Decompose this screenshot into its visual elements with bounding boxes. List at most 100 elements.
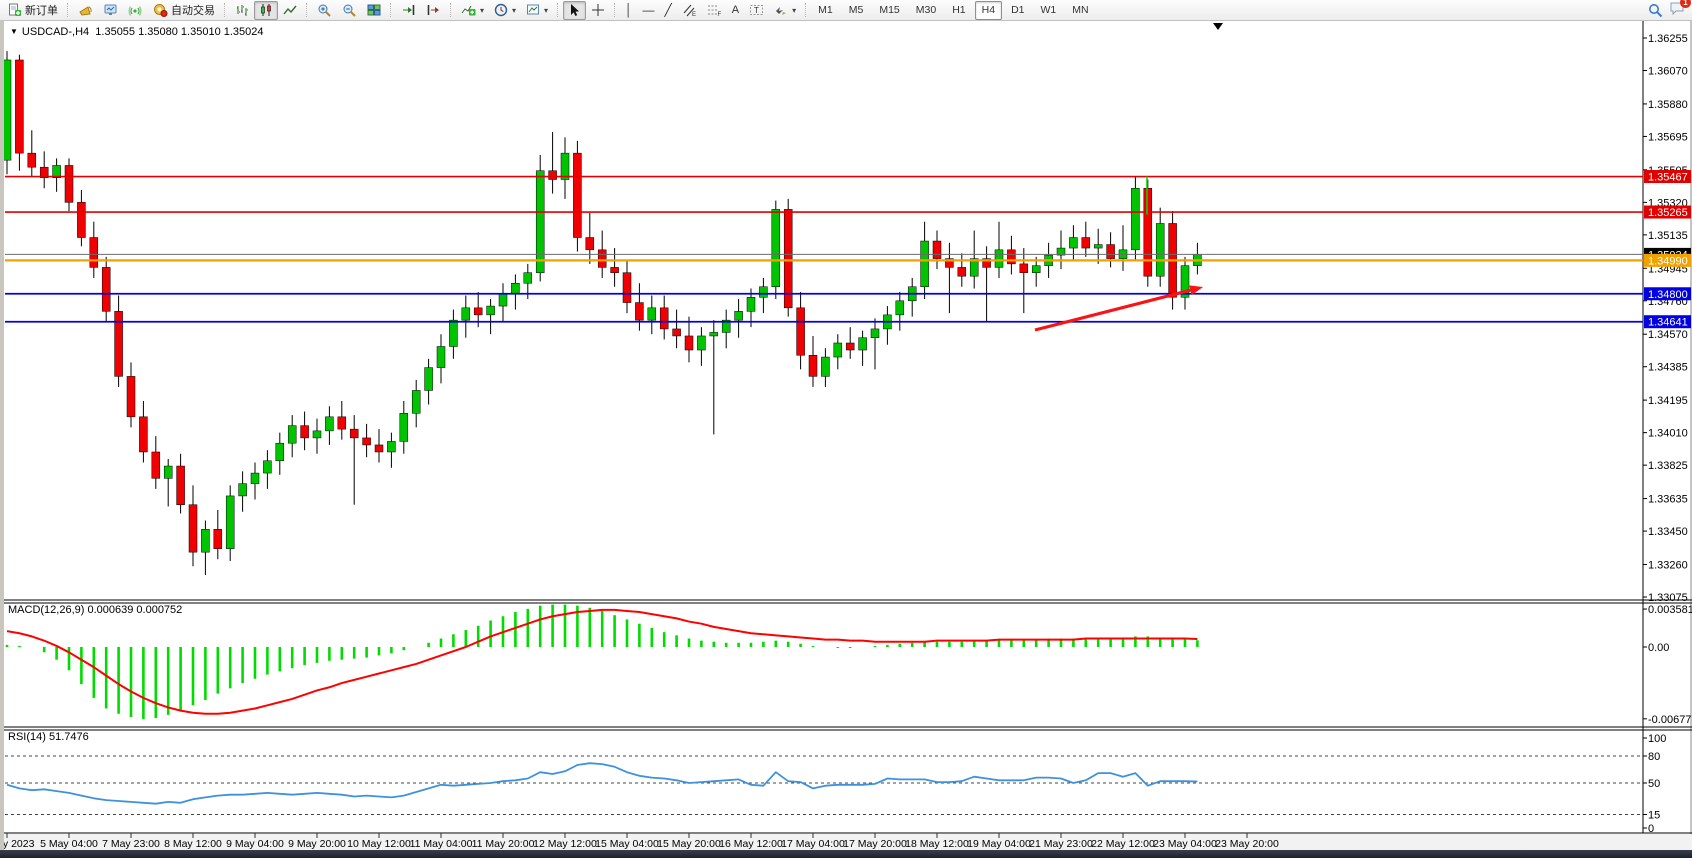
zoom-out-button[interactable] <box>337 1 362 20</box>
candle-body <box>586 238 594 250</box>
candle-body <box>251 473 259 484</box>
candle-body <box>474 308 482 315</box>
trendline-icon: ╱ <box>665 4 672 16</box>
cursor-button[interactable] <box>563 1 586 20</box>
trendline-tool[interactable]: ╱ <box>660 1 677 20</box>
candle-body <box>1094 245 1102 249</box>
text-tool[interactable]: A <box>727 1 744 20</box>
timeframe-M30[interactable]: M30 <box>909 1 943 20</box>
zoom-in-button[interactable] <box>312 1 337 20</box>
svg-text:E: E <box>692 12 696 17</box>
candle-body <box>363 438 371 445</box>
line-chart-button[interactable] <box>278 1 302 20</box>
periods-clock-icon <box>494 3 508 17</box>
divider <box>805 3 807 17</box>
candle-body <box>77 202 85 237</box>
dropdown-caret: ▾ <box>544 6 548 15</box>
timeframe-D1[interactable]: D1 <box>1004 1 1031 20</box>
new-order-label: 新订单 <box>25 2 58 18</box>
candle-body <box>487 306 495 315</box>
timeframe-H4[interactable]: H4 <box>975 1 1002 20</box>
megaphone-button[interactable] <box>73 1 98 20</box>
price-tick-label: 1.34385 <box>1648 362 1688 374</box>
timeframe-M15[interactable]: M15 <box>872 1 906 20</box>
candle-body <box>921 241 929 287</box>
vertical-line-tool[interactable]: │ <box>620 1 638 20</box>
templates-button[interactable]: ▾ <box>521 1 553 20</box>
auto-scroll-button[interactable] <box>396 1 421 20</box>
bar-chart-icon <box>235 3 249 17</box>
candle-body <box>139 417 147 452</box>
periods-button[interactable]: ▾ <box>489 1 521 20</box>
candle-body <box>933 241 941 259</box>
candlestick-chart-button[interactable] <box>254 1 278 20</box>
candle-body <box>387 441 395 452</box>
candle-body <box>1107 245 1115 259</box>
chart-shift-button[interactable] <box>421 1 446 20</box>
timeframe-MN[interactable]: MN <box>1065 1 1095 20</box>
divider <box>614 3 616 17</box>
chart-shift-marker[interactable] <box>1213 23 1223 30</box>
timeframe-W1[interactable]: W1 <box>1034 1 1064 20</box>
tile-windows-icon <box>367 3 381 17</box>
templates-icon <box>526 3 540 17</box>
candle-body <box>635 303 643 321</box>
fibonacci-tool[interactable]: F <box>702 1 727 20</box>
search-icon[interactable] <box>1648 3 1663 18</box>
macd-axis-label: 0.003581 <box>1648 604 1692 616</box>
time-tick-label: 4 May 2023 <box>0 838 35 850</box>
terminal-button[interactable] <box>98 1 123 20</box>
new-order-button[interactable]: 新订单 <box>3 1 63 20</box>
equidistant-channel-tool[interactable]: E <box>677 1 702 20</box>
candle-body <box>1156 223 1164 276</box>
candle-body <box>28 153 36 167</box>
time-tick-label: 15 May 04:00 <box>595 838 659 850</box>
dropdown-caret: ▾ <box>792 6 796 15</box>
svg-text:1.35265: 1.35265 <box>1648 207 1688 219</box>
horizontal-line-tool[interactable]: — <box>638 1 660 20</box>
candle-body <box>412 390 420 413</box>
add-indicator-button[interactable]: ▾ <box>456 1 489 20</box>
notification-badge: 1 <box>1680 0 1691 8</box>
timeframe-M5[interactable]: M5 <box>842 1 871 20</box>
signals-button[interactable] <box>123 1 148 20</box>
candle-body <box>524 273 532 284</box>
rsi-axis-label: 0 <box>1648 823 1654 835</box>
price-tick-label: 1.33825 <box>1648 460 1688 472</box>
chart-canvas[interactable]: 1.362551.360701.358801.356951.355051.353… <box>0 20 1692 850</box>
trend-arrow[interactable] <box>1035 289 1195 330</box>
timeframe-M1[interactable]: M1 <box>811 1 840 20</box>
time-tick-label: 15 May 20:00 <box>657 838 721 850</box>
candle-body <box>859 338 867 350</box>
candle-body <box>673 329 681 336</box>
candle-body <box>660 308 668 329</box>
candle-body <box>648 308 656 320</box>
bar-chart-button[interactable] <box>230 1 254 20</box>
timeframe-H1[interactable]: H1 <box>945 1 972 20</box>
candle-body <box>710 332 718 336</box>
candle-body <box>425 368 433 391</box>
toolbar-right-group: 1 <box>1648 1 1689 19</box>
candle-body <box>611 267 619 272</box>
arrows-tool[interactable]: ▾ <box>769 1 801 20</box>
candle-body <box>549 171 557 180</box>
chat-button[interactable]: 1 <box>1669 1 1685 19</box>
time-axis[interactable]: 4 May 20235 May 04:007 May 23:008 May 12… <box>0 833 1692 850</box>
price-tick-label: 1.33635 <box>1648 494 1688 506</box>
window-menu-icon[interactable]: ▼ <box>10 27 18 36</box>
candle-body <box>301 426 309 438</box>
candle-body <box>276 443 284 461</box>
crosshair-button[interactable] <box>586 1 610 20</box>
candle-body <box>759 287 767 298</box>
text-label-tool[interactable]: T <box>744 1 769 20</box>
time-tick-label: 23 May 04:00 <box>1153 838 1217 850</box>
time-tick-label: 10 May 12:00 <box>347 838 411 850</box>
candle-body <box>263 461 271 473</box>
time-tick-label: 16 May 12:00 <box>719 838 783 850</box>
candle-body <box>400 413 408 441</box>
autotrading-button[interactable]: 自动交易 <box>148 1 220 20</box>
tile-windows-button[interactable] <box>362 1 386 20</box>
timeframe-bar: M1M5M15M30H1H4D1W1MN <box>811 1 1095 20</box>
chart-window: 1.362551.360701.358801.356951.355051.353… <box>0 20 1692 850</box>
candle-body <box>177 466 185 505</box>
